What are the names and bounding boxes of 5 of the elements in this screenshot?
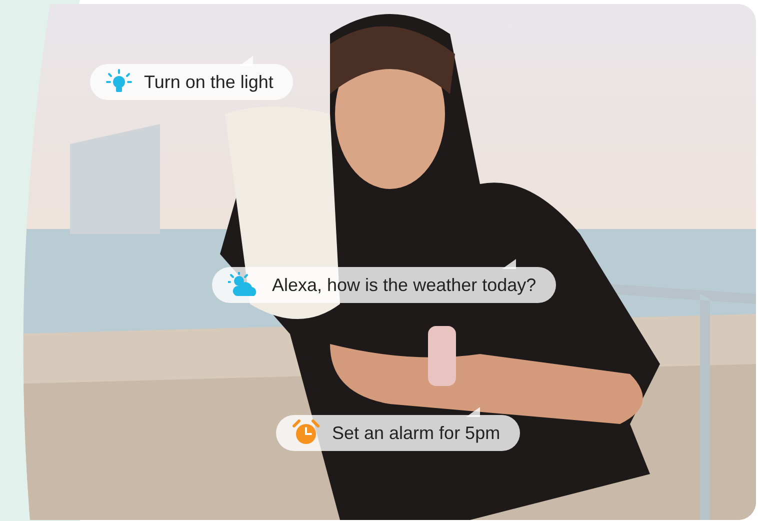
bubble-text: Alexa, how is the weather today? [272,274,536,297]
bubble-text: Turn on the light [144,70,274,94]
lightbulb-icon [106,69,132,95]
bubble-text: Set an alarm for 5pm [332,422,500,445]
alarm-clock-icon [292,419,320,447]
